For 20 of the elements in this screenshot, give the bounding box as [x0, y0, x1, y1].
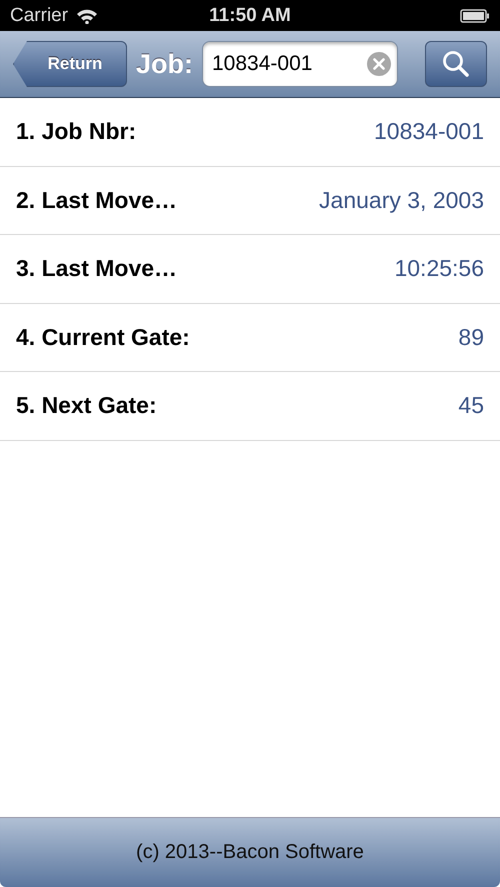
job-label: Job:	[136, 48, 193, 80]
search-field[interactable]: 10834-001	[202, 41, 398, 87]
field-label: 3. Last Move…	[16, 255, 178, 282]
copyright-text: (c) 2013--Bacon Software	[136, 841, 364, 864]
search-icon	[441, 49, 471, 79]
battery-icon	[460, 8, 490, 22]
wifi-icon	[76, 8, 98, 24]
field-value: 10834-001	[374, 118, 484, 146]
field-label: 1. Job Nbr:	[16, 118, 136, 146]
field-label: 2. Last Move…	[16, 186, 178, 214]
carrier-label: Carrier	[10, 4, 68, 26]
field-value: 89	[458, 324, 484, 351]
back-button[interactable]: Return	[13, 41, 127, 87]
search-button[interactable]	[425, 41, 487, 87]
field-value: 10:25:56	[394, 255, 484, 282]
field-label: 5. Next Gate:	[16, 392, 157, 420]
field-label: 4. Current Gate:	[16, 324, 190, 351]
clock-time: 11:50 AM	[209, 4, 291, 26]
field-value: January 3, 2003	[319, 186, 484, 214]
field-value: 45	[458, 392, 484, 420]
